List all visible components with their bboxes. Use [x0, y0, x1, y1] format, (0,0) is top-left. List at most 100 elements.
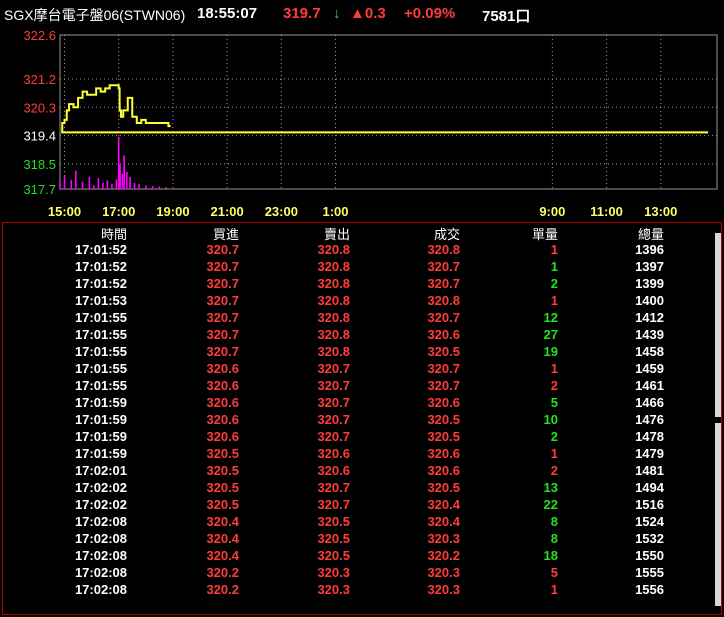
volume-bar — [121, 173, 124, 189]
vertical-scrollbar[interactable] — [715, 227, 721, 612]
table-row[interactable]: 17:01:55 320.7 320.8 320.6 27 1439 — [3, 327, 713, 344]
instrument-title: SGX摩台電子盤06(STWN06) — [4, 7, 186, 23]
table-row[interactable]: 17:01:53 320.7 320.8 320.8 1 1400 — [3, 293, 713, 310]
volume-bar — [119, 164, 121, 189]
x-tick-label: 23:00 — [265, 204, 298, 219]
table-row[interactable]: 17:01:55 320.7 320.8 320.7 12 1412 — [3, 310, 713, 327]
y-tick-label: 321.2 — [23, 72, 56, 87]
x-tick-label: 1:00 — [323, 204, 349, 219]
volume-bar — [75, 170, 77, 189]
table-row[interactable]: 17:01:52 320.7 320.8 320.7 1 1397 — [3, 259, 713, 276]
table-row[interactable]: 17:02:08 320.4 320.5 320.3 8 1532 — [3, 531, 713, 548]
volume-bar — [115, 179, 118, 189]
quote-header: SGX摩台電子盤06(STWN06) 18:55:07 319.7 ↓ ▲0.3… — [0, 0, 724, 28]
volume-bar — [138, 184, 140, 189]
row-total: 1479 — [635, 446, 664, 461]
volume-bar — [111, 184, 113, 189]
row-total: 1556 — [635, 582, 664, 597]
row-total: 1476 — [635, 412, 664, 427]
volume-bar — [88, 176, 91, 189]
scroll-thumb[interactable] — [715, 417, 721, 423]
row-total: 1397 — [635, 259, 664, 274]
tick-table-panel[interactable]: 時間 買進 賣出 成交 單量 總量 17:01:52 320.7 320.8 320.8 1 1396… — [2, 222, 722, 615]
row-total: 1481 — [635, 463, 664, 478]
intraday-chart[interactable]: 322.6 321.2 320.3 319.4 318.5 317.7 15:00 17:0… — [0, 28, 724, 222]
row-total: 1555 — [635, 565, 664, 580]
table-row[interactable]: 17:02:02 320.5 320.7 320.5 13 1494 — [3, 480, 713, 497]
volume-bar — [70, 179, 73, 189]
volume-bar — [129, 176, 131, 189]
price-change: ▲0.3 — [350, 5, 386, 22]
table-row[interactable]: 17:01:55 320.6 320.7 320.7 1 1459 — [3, 361, 713, 378]
y-tick-label: 318.5 — [23, 157, 56, 172]
y-tick-label: 322.6 — [23, 28, 56, 43]
table-row[interactable]: 17:01:59 320.6 320.7 320.5 2 1478 — [3, 429, 713, 446]
table-row[interactable]: 17:02:08 320.2 320.3 320.3 5 1555 — [3, 565, 713, 582]
row-total: 1516 — [635, 497, 664, 512]
x-tick-label: 15:00 — [48, 204, 81, 219]
x-tick-label: 21:00 — [210, 204, 243, 219]
row-total: 1478 — [635, 429, 664, 444]
x-axis-ticks: 15:00 17:00 19:00 21:00 23:00 1:00 9:00 11:00 13… — [48, 204, 677, 219]
volume-bar — [63, 175, 66, 189]
table-row[interactable]: 17:01:59 320.6 320.7 320.5 10 1476 — [3, 412, 713, 429]
volume-bar — [102, 182, 104, 189]
x-tick-label: 17:00 — [102, 204, 135, 219]
table-row[interactable]: 17:01:55 320.6 320.7 320.7 2 1461 — [3, 378, 713, 395]
table-row[interactable]: 17:02:08 320.4 320.5 320.2 18 1550 — [3, 548, 713, 565]
down-arrow-icon: ↓ — [333, 5, 341, 22]
quote-time: 18:55:07 — [197, 5, 258, 22]
row-total: 1458 — [635, 344, 664, 359]
volume-bar — [93, 185, 95, 189]
table-row[interactable]: 17:01:59 320.6 320.7 320.6 5 1466 — [3, 395, 713, 412]
table-row[interactable]: 17:02:08 320.2 320.3 320.3 1 1556 — [3, 582, 713, 599]
plot-frame — [59, 34, 718, 190]
column-header: 總量 — [637, 227, 664, 242]
row-total: 1461 — [635, 378, 664, 393]
table-header: 時間 買進 賣出 成交 單量 總量 — [3, 224, 713, 242]
table-row[interactable]: 17:01:52 320.7 320.8 320.7 2 1399 — [3, 276, 713, 293]
row-total: 1412 — [635, 310, 664, 325]
volume-bar — [151, 185, 154, 189]
table-row[interactable]: 17:02:02 320.5 320.7 320.4 22 1516 — [3, 497, 713, 514]
table-row[interactable]: 17:01:52 320.7 320.8 320.8 1 1396 — [3, 242, 713, 259]
row-total: 1524 — [635, 514, 664, 529]
row-total: 1459 — [635, 361, 664, 376]
last-price: 319.7 — [283, 5, 321, 22]
x-tick-label: 13:00 — [644, 204, 677, 219]
volume-bar — [165, 187, 167, 189]
y-tick-label: 319.4 — [23, 129, 56, 144]
x-tick-label: 19:00 — [156, 204, 189, 219]
volume-bars — [59, 137, 167, 189]
volume-bar — [106, 180, 109, 189]
volume-bar — [145, 185, 147, 189]
volume-bar — [81, 181, 84, 189]
volume-bar — [59, 182, 61, 189]
volume-bar — [133, 182, 136, 189]
row-total: 1439 — [635, 327, 664, 342]
table-row[interactable]: 17:01:55 320.7 320.8 320.5 19 1458 — [3, 344, 713, 361]
volume-bar — [126, 171, 128, 189]
total-volume: 7581口 — [482, 8, 531, 25]
row-total: 1550 — [635, 548, 664, 563]
table-row[interactable]: 17:01:59 320.5 320.6 320.6 1 1479 — [3, 446, 713, 463]
table-row[interactable]: 17:02:08 320.4 320.5 320.4 8 1524 — [3, 514, 713, 531]
row-total: 1532 — [635, 531, 664, 546]
row-total: 1494 — [635, 480, 664, 495]
scroll-up-icon[interactable] — [715, 227, 721, 233]
row-total: 1399 — [635, 276, 664, 291]
price-change-percent: +0.09% — [404, 5, 456, 22]
row-total: 1466 — [635, 395, 664, 410]
scroll-down-icon[interactable] — [715, 606, 721, 612]
volume-bar — [158, 186, 161, 189]
volume-bar — [123, 155, 125, 189]
table-row[interactable]: 17:02:01 320.5 320.6 320.6 2 1481 — [3, 463, 713, 480]
price-line — [61, 84, 709, 134]
y-axis-ticks: 322.6 321.2 320.3 319.4 318.5 317.7 — [23, 28, 56, 197]
chart-grid — [59, 34, 718, 190]
row-total: 1396 — [635, 242, 664, 257]
volume-bar — [97, 177, 100, 189]
y-tick-label: 320.3 — [23, 100, 56, 115]
x-tick-label: 9:00 — [539, 204, 565, 219]
y-tick-label: 317.7 — [23, 182, 56, 197]
